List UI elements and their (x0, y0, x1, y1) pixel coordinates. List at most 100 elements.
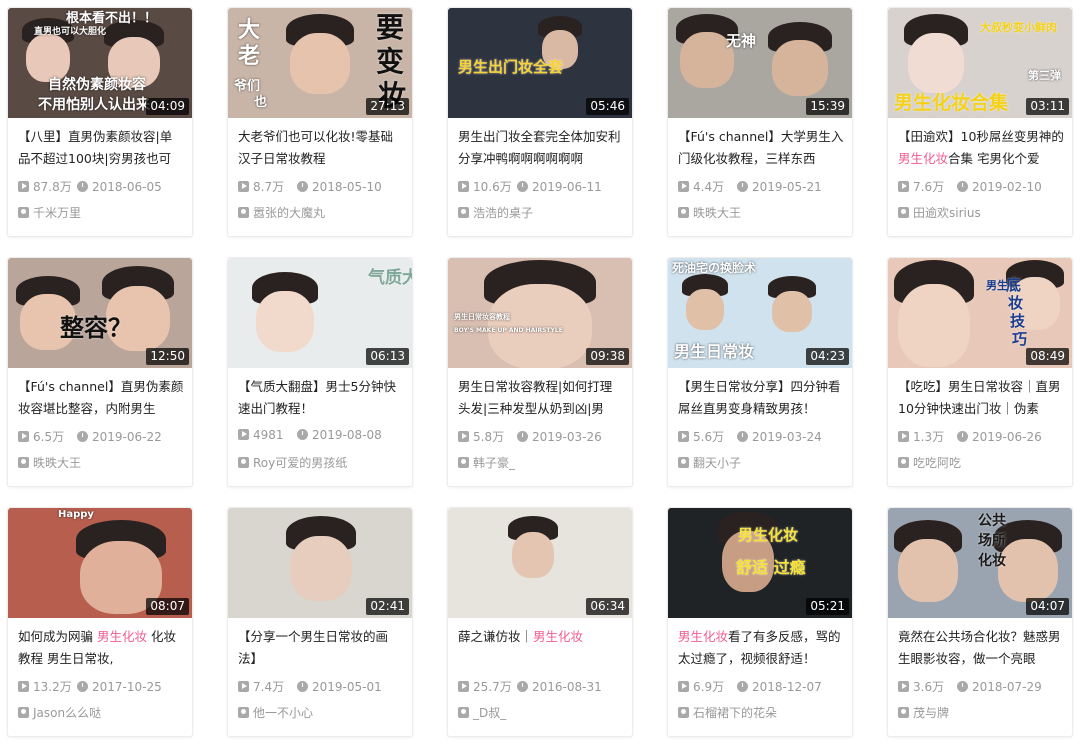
author-name[interactable]: 韩子豪_ (473, 456, 515, 470)
thumbnail-caption: 变 (376, 45, 405, 78)
author-name[interactable]: 他一不小心 (253, 706, 313, 720)
video-card[interactable]: 男生出门妆全套 05:46 男生出门妆全套完全体加安利分享冲鸭啊啊啊啊啊啊 10.6万… (447, 7, 633, 237)
video-title[interactable]: 【吃吃】男生日常妆容｜直男10分钟快速出门妆｜伪素 (898, 376, 1064, 420)
video-title[interactable]: 【八里】直男伪素颜妆容|单品不超过100块|穷男孩也可 (18, 126, 184, 170)
video-title[interactable]: 薛之谦仿妆｜男生化妆 (458, 626, 624, 670)
video-duration: 08:07 (146, 598, 189, 615)
video-thumbnail[interactable]: 男生化妆 舒适 过瘾 05:21 (668, 508, 852, 618)
thumbnail-caption: 气质大翻 (368, 268, 412, 288)
video-title[interactable]: 【分享一个男生日常妆的画法】 (238, 626, 404, 670)
thumbnail-caption: 场所 (978, 533, 1006, 549)
author-name[interactable]: 吃吃阿吃 (913, 456, 961, 470)
video-title[interactable]: 男生日常妆容教程|如何打理头发|三种发型从奶到凶|男 (458, 376, 624, 420)
video-thumbnail[interactable]: 男生出门妆全套 05:46 (448, 8, 632, 118)
author-name[interactable]: 茂与牌 (913, 706, 949, 720)
video-thumbnail[interactable]: 底妆技巧 男生 08:49 (888, 258, 1072, 368)
video-author[interactable]: 韩子豪_ (458, 454, 628, 470)
video-thumbnail[interactable]: 根本看不出！！ 直男也可以大胆化 自然伪素颜妆容 不用怕别人认出来 04:09 (8, 8, 192, 118)
title-text: 大老爷们也可以化妆!零基础汉子日常妆教程 (238, 129, 394, 166)
video-thumbnail[interactable]: 死油宅の换脸术 男生日常妆 04:23 (668, 258, 852, 368)
video-author[interactable]: 千米万里 (18, 204, 188, 220)
video-thumbnail[interactable]: 无神 15:39 (668, 8, 852, 118)
video-duration: 08:49 (1026, 348, 1069, 365)
video-card[interactable]: 气质大翻 06:13 【气质大翻盘】男士5分钟快速出门教程！ 4981 2019-08-… (227, 257, 413, 487)
video-duration: 06:34 (586, 598, 629, 615)
video-thumbnail[interactable]: 公共 场所 化妆 04:07 (888, 508, 1072, 618)
video-author[interactable]: Jason么么哒 (18, 704, 188, 720)
video-title[interactable]: 男生出门妆全套完全体加安利分享冲鸭啊啊啊啊啊啊 (458, 126, 624, 170)
video-card[interactable]: 大老爷们也要变妆 27:13 大老爷们也可以化妆!零基础汉子日常妆教程 8.7万 201… (227, 7, 413, 237)
video-thumbnail[interactable]: 大叔秒变小鲜肉 第三弹 男生化妆合集 03:11 (888, 8, 1072, 118)
video-thumbnail[interactable]: 02:41 (228, 508, 412, 618)
video-thumbnail[interactable]: 大老爷们也要变妆 27:13 (228, 8, 412, 118)
video-card[interactable]: 大叔秒变小鲜肉 第三弹 男生化妆合集 03:11 【田逾欢】10秒屌丝变男神的男生化妆合… (887, 7, 1073, 237)
clock-icon (737, 181, 748, 192)
author-name[interactable]: 嚣张的大魔丸 (253, 206, 325, 220)
clock-icon (957, 431, 968, 442)
video-card[interactable]: 06:34 薛之谦仿妆｜男生化妆 25.7万 2016-08-31 _D叔_ (447, 507, 633, 737)
play-count-icon (238, 429, 249, 440)
video-author[interactable]: 吃吃阿吃 (898, 454, 1068, 470)
video-card[interactable]: 死油宅の换脸术 男生日常妆 04:23 【男生日常妆分享】四分钟看屌丝直男变身精致男孩… (667, 257, 853, 487)
video-author[interactable]: 石榴裙下的花朵 (678, 704, 848, 720)
video-card[interactable]: 整容？ 12:50 【Fú's channel】直男伪素颜妆容堪比整容，内附男生 6.… (7, 257, 193, 487)
thumbnail-caption: 直男也可以大胆化 (34, 27, 107, 37)
video-title[interactable]: 【气质大翻盘】男士5分钟快速出门教程！ (238, 376, 404, 420)
video-thumbnail[interactable]: 男生日常妆容教程 BOY'S MAKE UP AND HAIRSTYLE 09:38 (448, 258, 632, 368)
thumbnail-face-shape (256, 291, 314, 352)
thumbnail-caption: 死油宅の换脸术 (672, 261, 757, 275)
author-name[interactable]: 昳昳大王 (33, 456, 81, 470)
keyword-highlight: 男生化妆 (898, 151, 949, 166)
video-author[interactable]: 茂与牌 (898, 704, 1068, 720)
author-name[interactable]: 浩浩的桌子 (473, 206, 533, 220)
video-title[interactable]: 大老爷们也可以化妆!零基础汉子日常妆教程 (238, 126, 404, 170)
video-thumbnail[interactable]: 整容？ 12:50 (8, 258, 192, 368)
video-stats: 7.4万 2019-05-01 (238, 678, 408, 694)
video-author[interactable]: 嚣张的大魔丸 (238, 204, 408, 220)
video-title[interactable]: 【田逾欢】10秒屌丝变男神的男生化妆合集 宅男化个爱 (898, 126, 1064, 170)
video-author[interactable]: Roy可爱的男孩纸 (238, 454, 408, 470)
video-author[interactable]: 他一不小心 (238, 704, 408, 720)
author-name[interactable]: 翻天小子 (693, 456, 741, 470)
author-name[interactable]: Roy可爱的男孩纸 (253, 456, 347, 470)
author-name[interactable]: 田逾欢sirius (913, 206, 981, 220)
video-title[interactable]: 【Fú's channel】直男伪素颜妆容堪比整容，内附男生 (18, 376, 184, 420)
title-text: 【吃吃】男生日常妆容｜直男10分钟快速出门妆｜伪素 (898, 379, 1061, 416)
video-card[interactable]: 男生日常妆容教程 BOY'S MAKE UP AND HAIRSTYLE 09:38… (447, 257, 633, 487)
video-author[interactable]: _D叔_ (458, 704, 628, 720)
video-thumbnail[interactable]: Happy 08:07 (8, 508, 192, 618)
video-title[interactable]: 如何成为网骗 男生化妆 化妆教程 男生日常妆, (18, 626, 184, 670)
play-count-icon (18, 181, 29, 192)
author-name[interactable]: 昳昳大王 (693, 206, 741, 220)
video-title[interactable]: 竟然在公共场合化妆？魅惑男生眼影妆容，做一个亮眼 (898, 626, 1064, 670)
video-thumbnail[interactable]: 气质大翻 06:13 (228, 258, 412, 368)
video-title[interactable]: 男生化妆看了有多反感，骂的太过瘾了，视频很舒适！ (678, 626, 844, 670)
thumbnail-face-shape (998, 539, 1058, 602)
thumbnail-caption: 男生化妆 (738, 526, 799, 544)
video-author[interactable]: 昳昳大王 (18, 454, 188, 470)
video-title[interactable]: 【男生日常妆分享】四分钟看屌丝直男变身精致男孩！ (678, 376, 844, 420)
video-author[interactable]: 田逾欢sirius (898, 204, 1068, 220)
video-author[interactable]: 翻天小子 (678, 454, 848, 470)
video-title[interactable]: 【Fú's channel】大学男生入门级化妆教程，三样东西 (678, 126, 844, 170)
video-card[interactable]: 无神 15:39 【Fú's channel】大学男生入门级化妆教程，三样东西 4.4… (667, 7, 853, 237)
author-name[interactable]: _D叔_ (473, 706, 506, 720)
keyword-highlight: 男生化妆 (678, 629, 729, 644)
video-card[interactable]: 公共 场所 化妆 04:07 竟然在公共场合化妆？魅惑男生眼影妆容，做一个亮眼 3.6万 2… (887, 507, 1073, 737)
author-name[interactable]: Jason么么哒 (33, 706, 101, 720)
thumbnail-caption: BOY'S MAKE UP AND HAIRSTYLE (454, 327, 563, 334)
clock-icon (517, 681, 528, 692)
video-card[interactable]: 根本看不出！！ 直男也可以大胆化 自然伪素颜妆容 不用怕别人认出来 04:09 【八里】直… (7, 7, 193, 237)
video-card[interactable]: 02:41 【分享一个男生日常妆的画法】 7.4万 2019-05-01 他一不小心 (227, 507, 413, 737)
video-author[interactable]: 浩浩的桌子 (458, 204, 628, 220)
view-count: 8.7万 (253, 180, 285, 194)
video-thumbnail[interactable]: 06:34 (448, 508, 632, 618)
video-card[interactable]: 底妆技巧 男生 08:49 【吃吃】男生日常妆容｜直男10分钟快速出门妆｜伪素 1.3万… (887, 257, 1073, 487)
author-name[interactable]: 石榴裙下的花朵 (693, 706, 777, 720)
thumbnail-face-shape (290, 33, 350, 94)
video-author[interactable]: 昳昳大王 (678, 204, 848, 220)
video-card[interactable]: Happy 08:07 如何成为网骗 男生化妆 化妆教程 男生日常妆, 13.2万 20… (7, 507, 193, 737)
author-name[interactable]: 千米万里 (33, 206, 81, 220)
uploader-icon (458, 207, 469, 218)
video-card[interactable]: 男生化妆 舒适 过瘾 05:21 男生化妆看了有多反感，骂的太过瘾了，视频很舒适！ 6.… (667, 507, 853, 737)
